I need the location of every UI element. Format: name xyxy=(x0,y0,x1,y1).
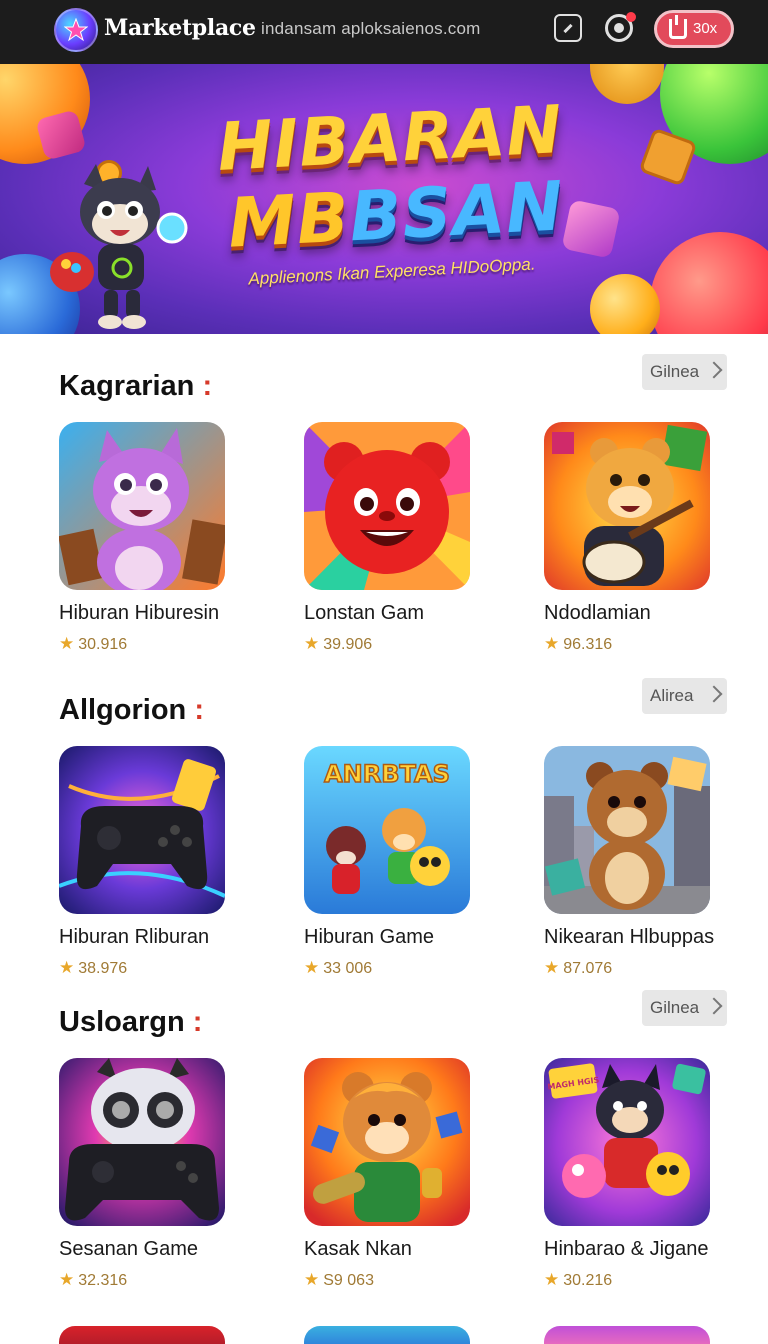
app-rating: ★ 33 006 xyxy=(304,958,372,978)
app-icon-purple-cat[interactable] xyxy=(59,422,225,590)
rating-value: 30.216 xyxy=(563,1272,613,1289)
app-rating: ★ 32.316 xyxy=(59,1270,127,1290)
see-more-button[interactable]: Alirea xyxy=(642,678,727,714)
app-name[interactable]: Hinbarao & Jigane xyxy=(544,1238,709,1261)
app-icon-gamepad[interactable] xyxy=(59,746,225,914)
star-icon: ★ xyxy=(544,634,560,653)
star-icon: ★ xyxy=(544,1270,560,1289)
box-button[interactable]: 30x xyxy=(654,10,734,48)
rating-value: 32.316 xyxy=(78,1272,128,1289)
app-rating: ★ 39.906 xyxy=(304,634,372,654)
star-icon: ★ xyxy=(304,1270,320,1289)
app-rating: ★ S9 063 xyxy=(304,1270,374,1290)
star-icon: ★ xyxy=(59,1270,75,1289)
app-icon-partial[interactable] xyxy=(544,1326,710,1344)
app-rating: ★ 30.216 xyxy=(544,1270,612,1290)
rating-value: 38.976 xyxy=(78,960,128,977)
app-icon-city-bear[interactable] xyxy=(544,746,710,914)
see-more-label: Gilnea xyxy=(650,362,700,381)
see-more-label: Alirea xyxy=(650,686,694,705)
app-icon-partial[interactable] xyxy=(59,1326,225,1344)
banner-headline-2b: BSAN xyxy=(347,167,566,258)
rating-value: S9 063 xyxy=(323,1272,374,1289)
box-button-label: 30x xyxy=(693,20,718,37)
section-title: Kagrarian : xyxy=(59,370,213,402)
see-more-label: Gilnea xyxy=(650,998,700,1017)
app-icon-cat-friends[interactable]: MAGH HGIS xyxy=(544,1058,710,1226)
cat-mascot-illustration xyxy=(50,164,188,329)
anrbtas-thumb-text: ANRBTAS xyxy=(324,760,450,788)
hero-banner[interactable]: HIBARAN MBBSAN Applienons Ikan Experesa … xyxy=(0,64,768,334)
star-icon: ★ xyxy=(59,634,75,653)
app-name[interactable]: Hiburan Game xyxy=(304,926,434,949)
star-logo-icon[interactable] xyxy=(54,8,98,52)
edit-icon[interactable] xyxy=(554,14,582,42)
app-icon-guitar-bear[interactable] xyxy=(544,422,710,590)
app-icon-fox-hero[interactable] xyxy=(304,1058,470,1226)
see-more-button[interactable]: Gilnea xyxy=(642,990,727,1026)
app-icon-robot-gamepad[interactable] xyxy=(59,1058,225,1226)
rating-value: 87.076 xyxy=(563,960,613,977)
section-title-text: Kagrarian xyxy=(59,370,195,402)
yellow-ball-decoration xyxy=(590,274,660,334)
section-title: Usloargn : xyxy=(59,1006,203,1038)
rating-value: 39.906 xyxy=(323,636,373,653)
app-icon-anrbtas[interactable]: ANRBTAS xyxy=(304,746,470,914)
app-name[interactable]: Ndodlamian xyxy=(544,602,651,625)
app-name[interactable]: Nikearan Hlbuppas xyxy=(544,926,714,949)
app-title: Marketplace xyxy=(104,15,256,41)
star-icon: ★ xyxy=(544,958,560,977)
rating-value: 33 006 xyxy=(323,960,373,977)
top-bar: Marketplace indansam aploksaienos.com 30… xyxy=(0,0,768,64)
app-rating: ★ 38.976 xyxy=(59,958,127,978)
chevron-right-icon xyxy=(705,997,723,1015)
app-name[interactable]: Hiburan Hiburesin xyxy=(59,602,219,625)
url-text[interactable]: indansam aploksaienos.com xyxy=(261,19,481,39)
star-icon: ★ xyxy=(59,958,75,977)
app-rating: ★ 96.316 xyxy=(544,634,612,654)
app-icon-red-bear[interactable] xyxy=(304,422,470,590)
app-icon-partial[interactable] xyxy=(304,1326,470,1344)
banner-headline-2a: MB xyxy=(226,178,352,264)
app-name[interactable]: Sesanan Game xyxy=(59,1238,198,1261)
star-icon: ★ xyxy=(304,958,320,977)
see-more-button[interactable]: Gilnea xyxy=(642,354,727,390)
notification-dot xyxy=(626,12,636,22)
star-icon: ★ xyxy=(304,634,320,653)
box-icon xyxy=(669,15,687,39)
section-title-text: Allgorion xyxy=(59,694,187,726)
app-name[interactable]: Hiburan Rliburan xyxy=(59,926,209,949)
app-name[interactable]: Lonstan Gam xyxy=(304,602,424,625)
section-title-text: Usloargn xyxy=(59,1006,185,1038)
rating-value: 96.316 xyxy=(563,636,613,653)
app-name[interactable]: Kasak Nkan xyxy=(304,1238,412,1261)
chevron-right-icon xyxy=(705,361,723,379)
section-title: Allgorion : xyxy=(59,694,204,726)
app-rating: ★ 87.076 xyxy=(544,958,612,978)
app-rating: ★ 30.916 xyxy=(59,634,127,654)
rating-value: 30.916 xyxy=(78,636,128,653)
chevron-right-icon xyxy=(705,685,723,703)
